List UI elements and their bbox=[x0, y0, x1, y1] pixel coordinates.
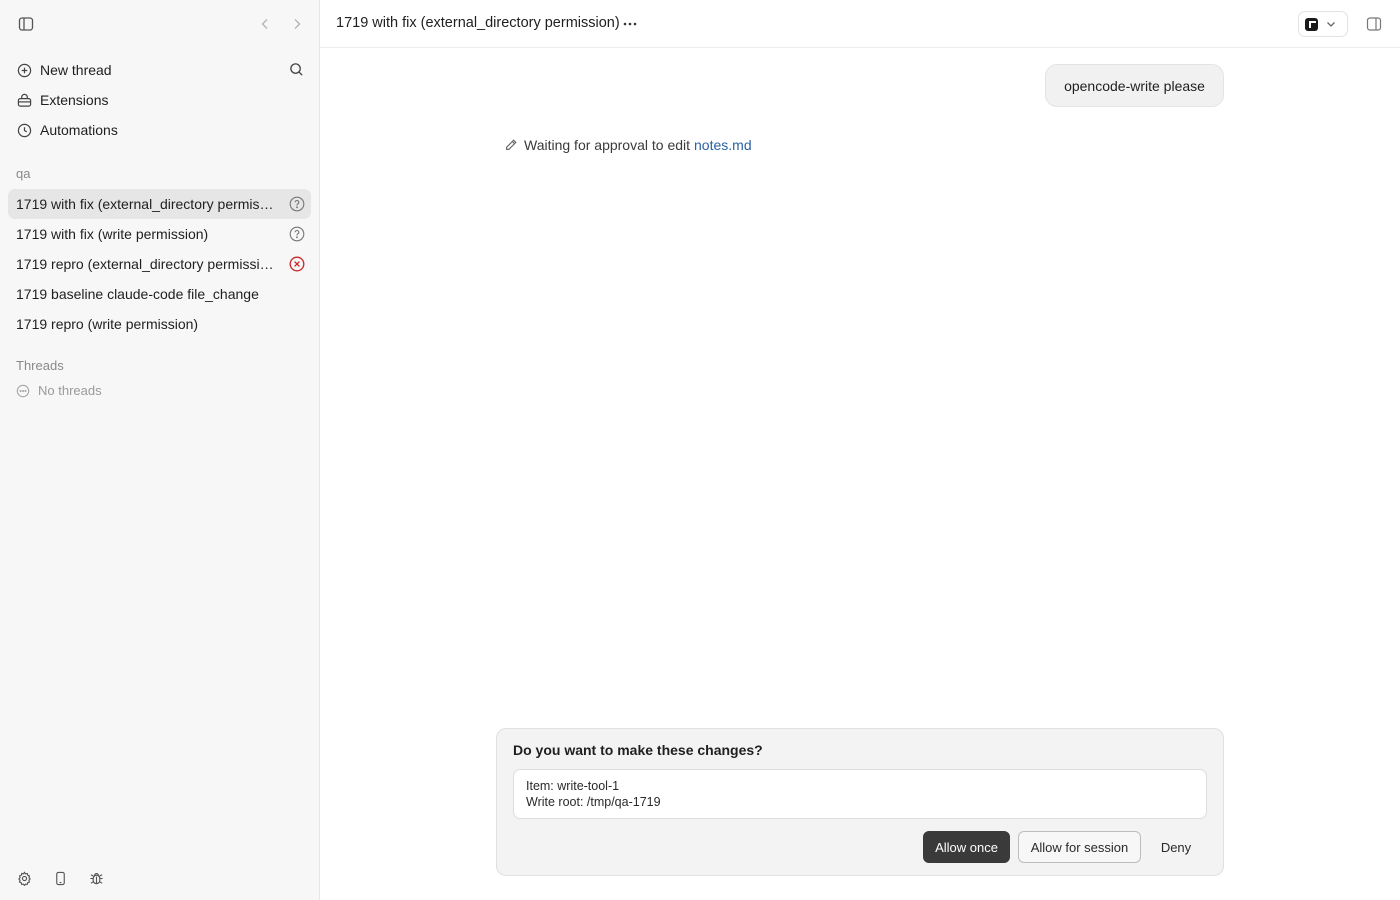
thread-title: 1719 with fix (write permission) bbox=[16, 226, 209, 242]
bug-icon[interactable] bbox=[84, 866, 108, 890]
mobile-device-icon[interactable] bbox=[48, 866, 72, 890]
thread-item[interactable]: 1719 with fix (external_directory permis… bbox=[8, 189, 311, 219]
allow-once-button[interactable]: Allow once bbox=[923, 831, 1010, 863]
forward-arrow-icon[interactable] bbox=[285, 12, 309, 36]
deny-button[interactable]: Deny bbox=[1145, 831, 1207, 863]
status-text: Waiting for approval to edit bbox=[524, 137, 691, 153]
plus-circle-icon bbox=[16, 62, 32, 78]
automations-button[interactable]: Automations bbox=[8, 115, 311, 145]
approval-card: Do you want to make these changes? Item:… bbox=[496, 728, 1224, 876]
thread-title: 1719 repro (external_directory permissio… bbox=[16, 256, 278, 272]
approval-actions: Allow once Allow for session Deny bbox=[923, 831, 1207, 863]
more-options-icon[interactable] bbox=[618, 12, 642, 36]
automations-label: Automations bbox=[40, 122, 118, 138]
pencil-icon bbox=[504, 138, 518, 152]
approval-status-line: Waiting for approval to edit notes.md bbox=[504, 137, 752, 153]
no-threads-row: No threads bbox=[16, 383, 102, 398]
question-status-icon bbox=[289, 226, 305, 242]
extensions-button[interactable]: Extensions bbox=[8, 85, 311, 115]
model-picker-button[interactable] bbox=[1298, 11, 1348, 37]
project-thread-list: 1719 with fix (external_directory permis… bbox=[8, 189, 311, 339]
new-thread-button[interactable]: New thread bbox=[8, 55, 311, 85]
sidebar: New thread Extensions Automations qa 171… bbox=[0, 0, 320, 900]
threads-section-label: Threads bbox=[16, 358, 64, 373]
allow-for-session-button[interactable]: Allow for session bbox=[1018, 831, 1141, 863]
thread-item[interactable]: 1719 repro (write permission) bbox=[8, 309, 311, 339]
approval-detail-root: Write root: /tmp/qa-1719 bbox=[526, 795, 661, 809]
extensions-label: Extensions bbox=[40, 92, 109, 108]
error-status-icon bbox=[289, 256, 305, 272]
thread-item[interactable]: 1719 with fix (write permission) bbox=[8, 219, 311, 249]
thread-title: 1719 with fix (external_directory permis… bbox=[16, 196, 278, 212]
question-status-icon bbox=[289, 196, 305, 212]
project-section-label: qa bbox=[16, 166, 31, 181]
thread-item[interactable]: 1719 repro (external_directory permissio… bbox=[8, 249, 311, 279]
approval-question: Do you want to make these changes? bbox=[513, 742, 763, 758]
back-arrow-icon[interactable] bbox=[253, 12, 277, 36]
user-message-bubble: opencode-write please bbox=[1045, 64, 1224, 107]
clock-icon bbox=[16, 122, 32, 138]
side-panel-toggle-icon[interactable] bbox=[1366, 16, 1382, 32]
thread-item[interactable]: 1719 baseline claude-code file_change bbox=[8, 279, 311, 309]
thread-title: 1719 baseline claude-code file_change bbox=[16, 286, 259, 302]
sidebar-header bbox=[0, 0, 319, 48]
chevron-down-icon bbox=[1326, 19, 1336, 29]
new-thread-label: New thread bbox=[40, 62, 112, 78]
sidebar-toggle-icon[interactable] bbox=[14, 12, 38, 36]
thread-title-heading: 1719 with fix (external_directory permis… bbox=[336, 15, 620, 31]
no-threads-label: No threads bbox=[38, 383, 102, 398]
sidebar-footer bbox=[0, 852, 319, 900]
thread-header: 1719 with fix (external_directory permis… bbox=[320, 0, 1400, 48]
approval-details-box: Item: write-tool-1 Write root: /tmp/qa-1… bbox=[513, 769, 1207, 819]
thread-title: 1719 repro (write permission) bbox=[16, 316, 199, 332]
main-panel: 1719 with fix (external_directory permis… bbox=[320, 0, 1400, 900]
model-logo-icon bbox=[1305, 17, 1318, 31]
settings-gear-icon[interactable] bbox=[12, 866, 36, 890]
sidebar-nav: New thread Extensions Automations bbox=[8, 55, 311, 145]
search-icon[interactable] bbox=[289, 62, 305, 78]
chat-bubble-icon bbox=[16, 384, 30, 398]
approval-detail-item: Item: write-tool-1 bbox=[526, 779, 620, 793]
file-link[interactable]: notes.md bbox=[694, 137, 752, 153]
extensions-icon bbox=[16, 92, 32, 108]
